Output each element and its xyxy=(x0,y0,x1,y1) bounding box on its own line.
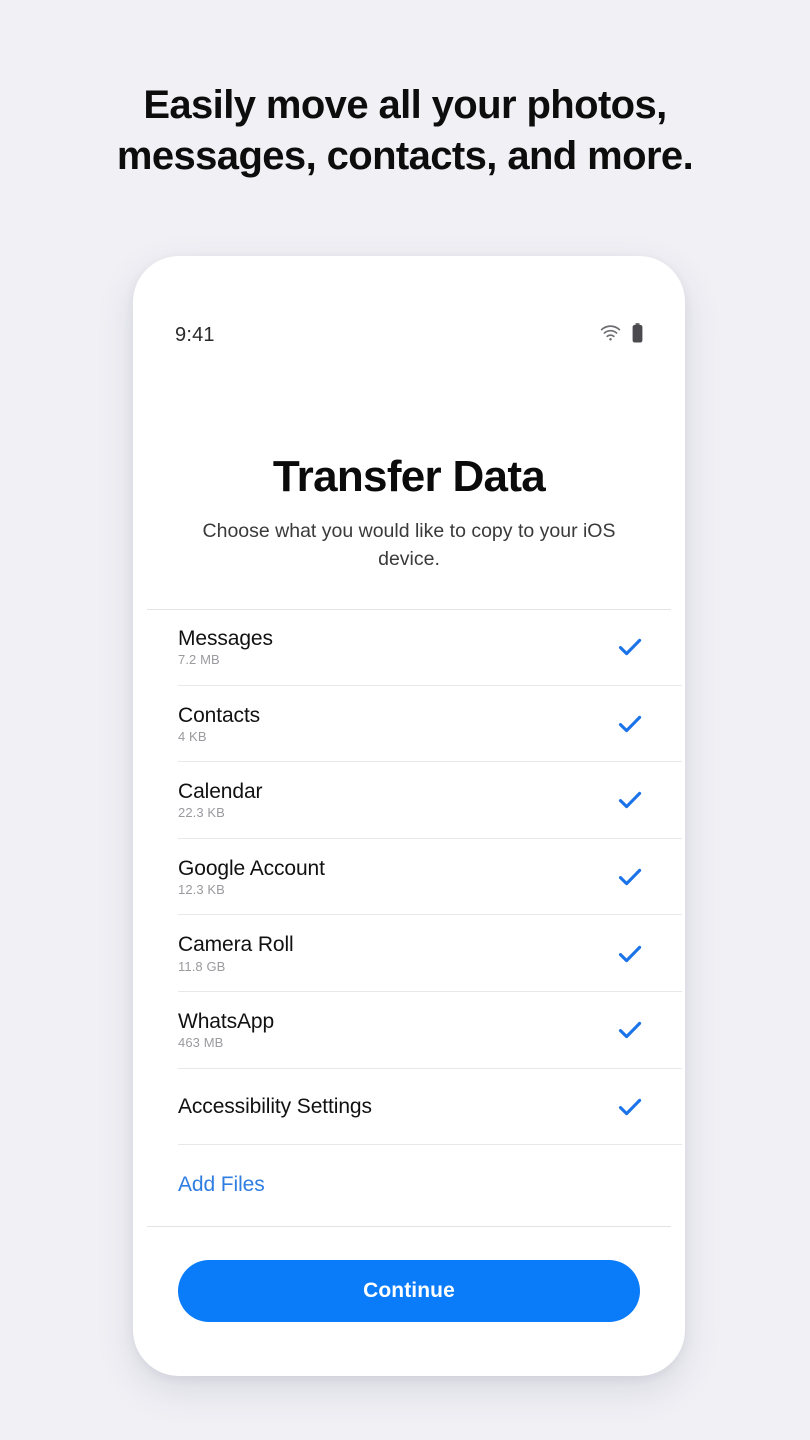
battery-full-icon xyxy=(632,322,643,348)
checkmark-icon[interactable] xyxy=(617,711,643,737)
cta-container: Continue xyxy=(133,1260,685,1322)
item-label: Camera Roll xyxy=(178,933,294,957)
checkmark-icon[interactable] xyxy=(617,787,643,813)
item-label: Accessibility Settings xyxy=(178,1095,372,1119)
transfer-items-list: Messages 7.2 MB Contacts 4 KB Calendar 22.3 K… xyxy=(133,609,685,1225)
add-files-row[interactable]: Add Files xyxy=(133,1145,685,1225)
item-size: 11.8 GB xyxy=(178,958,226,974)
marketing-headline: Easily move all your photos, messages, c… xyxy=(0,80,810,182)
list-bottom-divider xyxy=(147,1226,671,1227)
item-size: 7.2 MB xyxy=(178,652,220,668)
wifi-icon xyxy=(600,324,621,346)
item-label: Messages xyxy=(178,627,273,651)
item-label: Google Account xyxy=(178,856,325,880)
item-label: WhatsApp xyxy=(178,1010,275,1034)
continue-button[interactable]: Continue xyxy=(178,1260,640,1322)
row-text: Google Account 12.3 KB xyxy=(178,857,325,897)
table-row[interactable]: Contacts 4 KB xyxy=(133,686,685,763)
headline-line-1: Easily move all your photos, xyxy=(143,83,667,127)
table-row[interactable]: Messages 7.2 MB xyxy=(133,609,685,686)
add-files-link[interactable]: Add Files xyxy=(178,1173,265,1197)
row-text: Contacts 4 KB xyxy=(178,704,260,744)
item-size: 22.3 KB xyxy=(178,805,225,821)
row-text: Calendar 22.3 KB xyxy=(178,780,263,821)
checkmark-icon[interactable] xyxy=(617,1094,643,1120)
checkmark-icon[interactable] xyxy=(617,941,643,967)
status-bar-icons xyxy=(600,322,643,348)
checkmark-icon[interactable] xyxy=(617,864,643,890)
table-row[interactable]: Google Account 12.3 KB xyxy=(133,839,685,916)
onboarding-screen: Easily move all your photos, messages, c… xyxy=(0,0,810,1440)
table-row[interactable]: Accessibility Settings xyxy=(133,1069,685,1146)
row-text: Accessibility Settings xyxy=(178,1095,372,1118)
status-bar-time: 9:41 xyxy=(175,323,215,346)
item-label: Calendar xyxy=(178,780,263,804)
row-text: Camera Roll 11.8 GB xyxy=(178,933,294,973)
row-text: Messages 7.2 MB xyxy=(178,627,273,667)
headline-line-2: messages, contacts, and more. xyxy=(116,134,694,179)
checkmark-icon[interactable] xyxy=(617,634,643,660)
status-bar: 9:41 xyxy=(133,318,685,352)
page-subtitle: Choose what you would like to copy to yo… xyxy=(202,520,616,570)
page-title: Transfer Data xyxy=(272,452,546,501)
phone-mockup: 9:41 Transfer Data Choose what you would… xyxy=(133,256,685,1376)
item-size: 463 MB xyxy=(178,1035,224,1051)
item-size: 4 KB xyxy=(178,728,207,744)
checkmark-icon[interactable] xyxy=(617,1017,643,1043)
item-label: Contacts xyxy=(178,703,261,727)
row-text: WhatsApp 463 MB xyxy=(178,1010,274,1050)
table-row[interactable]: Calendar 22.3 KB xyxy=(133,762,685,839)
table-row[interactable]: Camera Roll 11.8 GB xyxy=(133,915,685,992)
item-size: 12.3 KB xyxy=(178,881,225,897)
table-row[interactable]: WhatsApp 463 MB xyxy=(133,992,685,1069)
